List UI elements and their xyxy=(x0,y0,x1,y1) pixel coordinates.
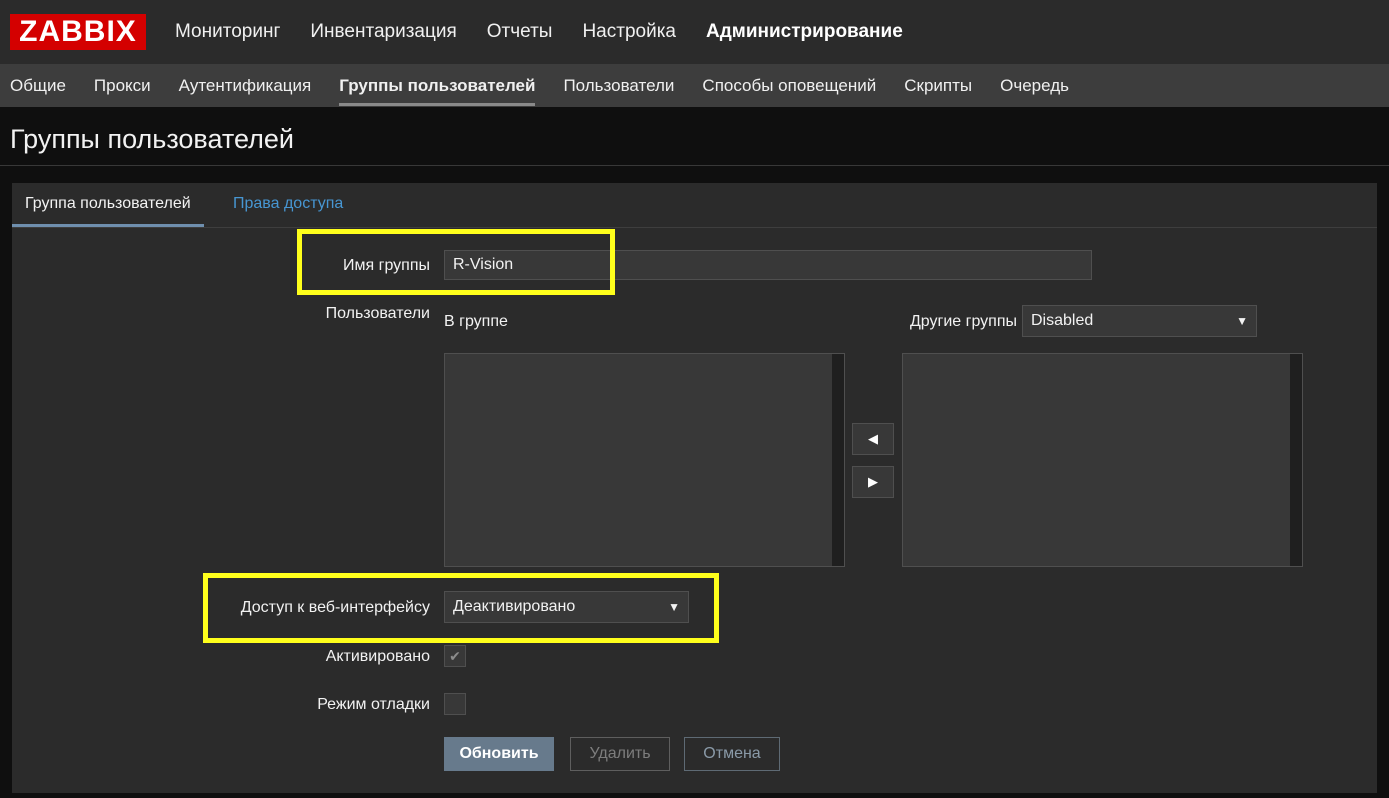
frontend-access-select[interactable]: Деактивировано ▼ xyxy=(444,591,689,623)
checkmark-icon: ✔ xyxy=(449,647,461,664)
in-group-label: В группе xyxy=(444,313,508,330)
main-menu: Мониторинг Инвентаризация Отчеты Настрой… xyxy=(160,0,918,64)
other-groups-value: Disabled xyxy=(1031,312,1094,329)
menu-configuration[interactable]: Настройка xyxy=(582,21,676,43)
menu-inventory[interactable]: Инвентаризация xyxy=(310,21,456,43)
top-navigation-bar: ZABBIX Мониторинг Инвентаризация Отчеты … xyxy=(0,0,1389,64)
debug-mode-checkbox[interactable] xyxy=(444,693,466,715)
caret-down-icon: ▼ xyxy=(1236,314,1248,328)
menu-administration[interactable]: Администрирование xyxy=(706,21,903,43)
other-groups-select[interactable]: Disabled ▼ xyxy=(1022,305,1257,337)
cancel-button[interactable]: Отмена xyxy=(684,737,780,771)
group-name-label: Имя группы xyxy=(343,257,430,274)
submenu-authentication[interactable]: Аутентификация xyxy=(179,64,312,107)
zabbix-logo[interactable]: ZABBIX xyxy=(10,14,146,50)
arrow-left-icon: ◀ xyxy=(868,431,878,446)
title-divider xyxy=(0,165,1389,166)
arrow-right-icon: ▶ xyxy=(868,474,878,489)
page-title: Группы пользователей xyxy=(10,124,294,154)
form-panel: Группа пользователей Права доступа Имя г… xyxy=(12,183,1377,793)
tab-user-group[interactable]: Группа пользователей xyxy=(12,183,204,227)
enabled-checkbox[interactable]: ✔ xyxy=(444,645,466,667)
listbox-scrollbar[interactable] xyxy=(832,354,844,566)
frontend-access-value: Деактивировано xyxy=(453,598,576,615)
submenu-proxies[interactable]: Прокси xyxy=(94,64,151,107)
caret-down-icon: ▼ xyxy=(668,600,680,614)
submenu-scripts[interactable]: Скрипты xyxy=(904,64,972,107)
menu-reports[interactable]: Отчеты xyxy=(487,21,553,43)
listbox-scrollbar[interactable] xyxy=(1290,354,1302,566)
submenu-users[interactable]: Пользователи xyxy=(563,64,674,107)
other-groups-label: Другие группы xyxy=(909,313,1017,330)
other-groups-listbox[interactable] xyxy=(902,353,1303,567)
menu-monitoring[interactable]: Мониторинг xyxy=(175,21,280,43)
group-name-input[interactable]: R-Vision xyxy=(444,250,1092,280)
delete-button[interactable]: Удалить xyxy=(570,737,670,771)
enabled-label: Активировано xyxy=(325,648,430,665)
form-tabs: Группа пользователей Права доступа xyxy=(12,183,1377,228)
sub-menu: Общие Прокси Аутентификация Группы польз… xyxy=(0,64,1389,107)
move-right-button[interactable]: ▶ xyxy=(852,466,894,498)
submenu-media-types[interactable]: Способы оповещений xyxy=(702,64,876,107)
users-label: Пользователи xyxy=(325,305,430,322)
update-button[interactable]: Обновить xyxy=(444,737,554,771)
frontend-access-label: Доступ к веб-интерфейсу xyxy=(240,599,430,616)
tab-permissions[interactable]: Права доступа xyxy=(220,183,356,227)
submenu-queue[interactable]: Очередь xyxy=(1000,64,1069,107)
in-group-listbox[interactable] xyxy=(444,353,845,567)
move-left-button[interactable]: ◀ xyxy=(852,423,894,455)
submenu-general[interactable]: Общие xyxy=(10,64,66,107)
debug-mode-label: Режим отладки xyxy=(317,696,430,713)
submenu-user-groups[interactable]: Группы пользователей xyxy=(339,64,536,107)
